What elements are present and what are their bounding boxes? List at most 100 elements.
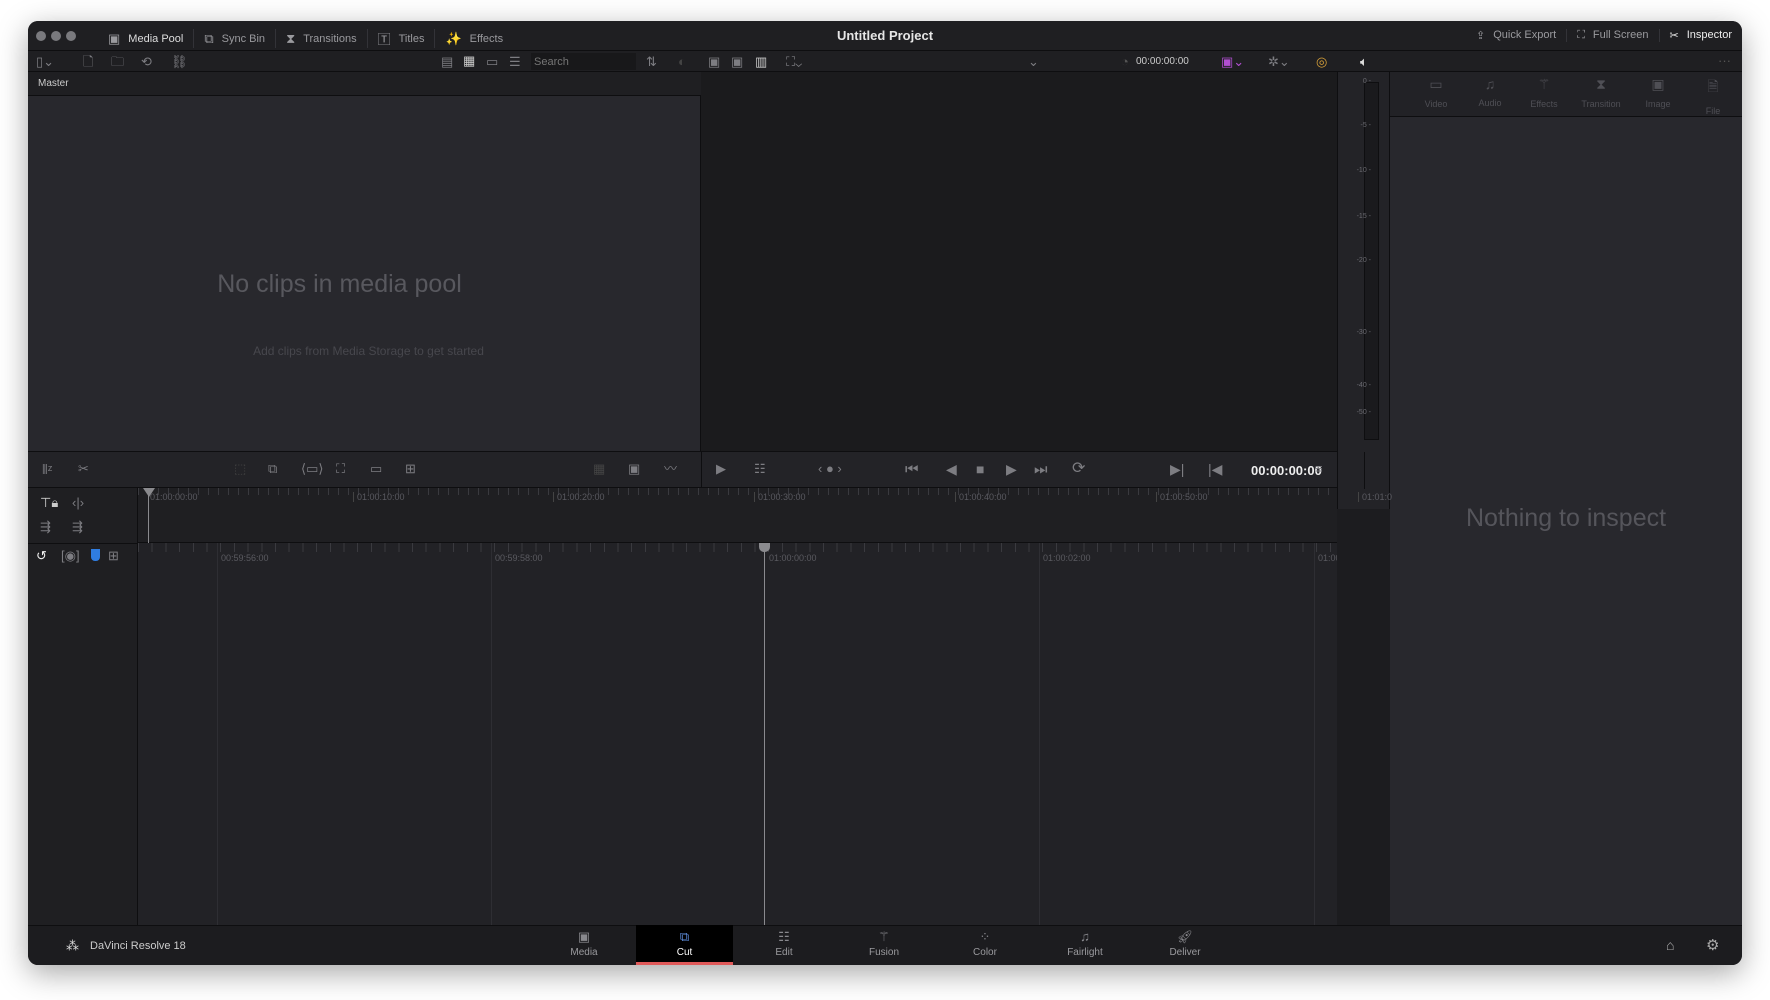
bin-master[interactable]: Master — [38, 78, 69, 89]
inspector-tab-effects[interactable]: ⚚ Effects — [1516, 76, 1572, 109]
dropdown-chevron-icon[interactable]: ⌄ — [1028, 55, 1039, 68]
audio-track-icon[interactable]: ⇶ — [72, 520, 83, 533]
export-icon: ⇪ — [1476, 30, 1486, 42]
quick-export-button[interactable]: ⇪ Quick Export — [1466, 29, 1568, 42]
title-bar: ▣ Media Pool ⧉ Sync Bin ⧗ Transitions 🅃 Titl… — [28, 21, 1742, 51]
upper-playhead-handle[interactable] — [143, 488, 155, 497]
append-icon[interactable]: ⧉ — [268, 462, 277, 475]
meter-label: -50 - — [1356, 409, 1371, 416]
meter-label: -15 - — [1356, 213, 1371, 220]
place-on-top-icon[interactable]: ▭ — [370, 462, 382, 475]
overlay-icon[interactable]: ▣⌄ — [1221, 55, 1244, 68]
source-overwrite-icon[interactable]: ⊞ — [405, 462, 416, 475]
meter-label: -30 - — [1356, 329, 1371, 336]
page-cut[interactable]: ⧉ Cut — [636, 925, 733, 965]
list-view-icon[interactable]: ☰ — [509, 55, 521, 68]
track-controls: ⊤🔒︎ ‹|› ⇶ ⇶ ↺ [◉] ⊞ — [28, 488, 138, 946]
inspector-tabs: ▭ Video ♫ Audio ⚚ Effects ⧗ Transition ▣ Imag… — [1390, 72, 1742, 117]
mark-out-icon[interactable]: |◀ — [1208, 462, 1222, 476]
ripple-overwrite-icon[interactable]: ⟨▭⟩ — [301, 462, 323, 475]
search-input[interactable] — [531, 53, 636, 70]
inspector-tab-image[interactable]: ▣ Image — [1630, 76, 1686, 109]
play-icon[interactable]: ▶ — [1006, 462, 1017, 476]
go-to-end-icon[interactable]: ⏭ — [1034, 462, 1048, 477]
thumbnail-view-icon[interactable]: ▦ — [463, 54, 475, 67]
audio-icon[interactable]: ◐ — [678, 55, 686, 68]
source-clip-icon[interactable]: ▣ — [708, 55, 720, 68]
page-fairlight[interactable]: ♫ Fairlight — [1040, 925, 1130, 965]
go-to-start-icon[interactable]: ⏮ — [905, 462, 919, 477]
more-options-icon[interactable]: ··· — [1718, 54, 1731, 67]
scissors-icon[interactable]: ✂ — [78, 462, 89, 475]
page-fusion[interactable]: ⚚ Fusion — [839, 925, 929, 965]
smart-insert-icon[interactable]: ⬚ — [234, 462, 246, 475]
inspector-panel: ▭ Video ♫ Audio ⚚ Effects ⧗ Transition ▣ Imag… — [1390, 72, 1742, 946]
meter-label: 0 - — [1362, 78, 1371, 85]
volume-icon[interactable]: 🔈︎ — [1360, 55, 1368, 68]
sidebar-toggle-icon[interactable]: ▯⌄ — [36, 55, 54, 68]
filmstrip-view-icon[interactable]: ▭ — [486, 55, 498, 68]
prev-next-marker-icon[interactable]: ‹ ● › — [818, 462, 842, 475]
loop-icon[interactable]: ⟳ — [1072, 461, 1085, 477]
inspector-tab-file[interactable]: 🗎 File — [1685, 76, 1741, 116]
audio-scrub-icon[interactable]: [◉] — [61, 549, 80, 562]
empty-media-pool-subtitle: Add clips from Media Storage to get star… — [253, 344, 484, 358]
image-icon: ▣ — [1651, 76, 1665, 92]
viewer[interactable] — [701, 72, 1337, 451]
snapping-icon[interactable]: ↺ — [36, 549, 47, 562]
timeline-toolbar: ⦀ᶻ ✂ ⬚ ⧉ ⟨▭⟩ ⛶ ▭ ⊞ ▦ ▣ 〰 ▶ ☷ ‹ ● › ⏮ ◀ ■… — [28, 451, 1365, 489]
inspector-empty-message: Nothing to inspect — [1465, 504, 1667, 532]
adjust-settings-icon[interactable]: ☷ — [754, 462, 766, 475]
app-window: ▣ Media Pool ⧉ Sync Bin ⧗ Transitions 🅃 Titl… — [28, 21, 1742, 965]
ruler-label: 01:00:02:00 — [1043, 553, 1091, 563]
fusion-page-icon: ⚚ — [878, 929, 890, 944]
source-tape-icon[interactable]: ▣ — [731, 55, 743, 68]
inspector-tab-video[interactable]: ▭ Video — [1408, 76, 1464, 109]
timeline-view-icon[interactable]: ▥ — [755, 55, 767, 68]
home-icon[interactable]: ⌂ — [1666, 937, 1674, 953]
track-trim-icon[interactable]: ‹|› — [72, 496, 84, 509]
ruler-label: 01:00:00:00 — [769, 553, 817, 563]
dissolve-icon[interactable]: ▦ — [593, 462, 605, 475]
video-track-icon[interactable]: ⇶ — [40, 520, 51, 533]
title-right-buttons: ⇪ Quick Export ⛶ Full Screen ✂ Inspector — [1466, 29, 1732, 42]
audio-note-icon: ♫ — [1484, 76, 1496, 92]
page-deliver[interactable]: 🚀︎ Deliver — [1140, 925, 1230, 965]
sort-icon[interactable]: ⇅ — [646, 55, 657, 68]
stop-icon[interactable]: ■ — [976, 462, 984, 476]
add-marker-icon[interactable]: ⊞ — [108, 549, 119, 562]
color-wheel-icon[interactable]: ◎ — [1316, 55, 1327, 68]
settings-gear-icon[interactable]: ⚙ — [1706, 936, 1719, 954]
lower-playhead-handle[interactable] — [759, 543, 770, 552]
inspector-tab-audio[interactable]: ♫ Audio — [1462, 76, 1518, 108]
page-edit[interactable]: ☷ Edit — [739, 925, 829, 965]
lower-playhead[interactable] — [764, 543, 765, 946]
lower-timeline[interactable]: 00:59:56:00 00:59:58:00 01:00:00:00 01:0… — [138, 543, 1337, 946]
smooth-cut-icon[interactable]: ▣ — [628, 462, 640, 475]
play-clip-icon[interactable]: ▶ — [716, 462, 726, 475]
import-media-icon[interactable]: 🗋 — [83, 55, 93, 68]
metadata-view-icon[interactable]: ▤ — [441, 55, 453, 68]
marker-icon[interactable] — [91, 549, 100, 561]
inspector-button[interactable]: ✂ Inspector — [1660, 29, 1732, 42]
inspector-tab-transition[interactable]: ⧗ Transition — [1573, 76, 1629, 109]
smart-indicator-icon[interactable]: ⦀ᶻ — [42, 463, 52, 476]
upper-timeline[interactable]: 01:00:00:00 01:00:10:00 01:00:20:00 01:0… — [138, 488, 1392, 543]
page-media[interactable]: ▣ Media — [539, 925, 629, 965]
track-lock-icon[interactable]: ⊤🔒︎ — [40, 496, 58, 509]
close-up-icon[interactable]: ⛶ — [336, 462, 345, 475]
transform-icon[interactable]: ✲⌄ — [1268, 55, 1290, 68]
deliver-page-icon: 🚀︎ — [1176, 929, 1194, 944]
audio-waveform-icon[interactable]: 〰 — [664, 462, 677, 475]
page-color[interactable]: ⁘ Color — [940, 925, 1030, 965]
relink-icon[interactable]: ⟲ — [141, 55, 152, 68]
menu-icon[interactable]: ≡ — [1315, 462, 1323, 475]
bin-header: Master — [28, 72, 701, 96]
reverse-icon[interactable]: ◀ — [946, 462, 957, 476]
mark-in-icon[interactable]: ▶| — [1170, 462, 1184, 476]
safe-area-icon[interactable]: ⛶⌄ — [786, 55, 802, 68]
new-bin-icon[interactable]: 🗀 — [111, 55, 124, 68]
ruler-label: 01:00:30:00 — [754, 492, 806, 502]
full-screen-button[interactable]: ⛶ Full Screen — [1567, 29, 1660, 42]
link-icon[interactable]: ⛓ — [171, 55, 188, 68]
